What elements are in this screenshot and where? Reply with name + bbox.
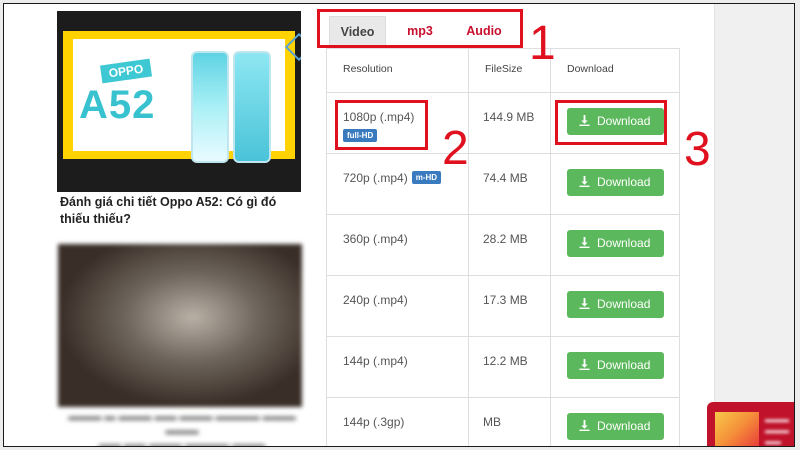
quality-badge: m-HD (411, 171, 442, 185)
download-cell: Download (550, 214, 680, 276)
resolution-label: 720p (.mp4) m-HD (343, 170, 442, 187)
download-cell: Download (550, 275, 680, 337)
filesize-cell: MB (468, 397, 551, 446)
download-icon (579, 237, 590, 248)
table-row: 144p (.mp4) 12.2 MB Download (326, 336, 680, 398)
download-cell: Download (550, 397, 680, 446)
blurred-article-image[interactable] (58, 244, 302, 407)
article-title-link[interactable]: Đánh giá chi tiết Oppo A52: Có gì đó thi… (60, 194, 304, 228)
resolution-label: 240p (.mp4) (343, 293, 408, 307)
download-cell: Download (550, 153, 680, 215)
download-icon (579, 359, 590, 370)
corner-ad-banner[interactable]: ▬▬▬ ▬▬▬ ▬▬ (707, 402, 794, 446)
filesize-label: 12.2 MB (483, 354, 528, 368)
download-button-label: Download (597, 236, 651, 250)
phone-image-front (191, 51, 229, 163)
table-row: 360p (.mp4) 28.2 MB Download (326, 214, 680, 276)
table-row: 720p (.mp4) m-HD 74.4 MB Download (326, 153, 680, 215)
download-button-label: Download (597, 419, 651, 433)
annotation-number-1: 1 (529, 17, 556, 70)
table-row: 144p (.3gp) MB Download (326, 397, 680, 446)
filesize-cell: 28.2 MB (468, 214, 551, 276)
annotation-number-3: 3 (684, 123, 711, 176)
table-header-row: Resolution FileSize Download (326, 48, 680, 93)
right-gutter (714, 4, 794, 446)
download-button[interactable]: Download (567, 230, 664, 257)
filesize-label: 17.3 MB (483, 293, 528, 307)
thumbnail-model: A52 (79, 83, 156, 127)
resolution-cell: 240p (.mp4) (326, 275, 469, 337)
filesize-cell: 74.4 MB (468, 153, 551, 215)
filesize-cell: 17.3 MB (468, 275, 551, 337)
download-button[interactable]: Download (567, 352, 664, 379)
filesize-label: 144.9 MB (483, 110, 535, 124)
download-button-label: Download (597, 297, 651, 311)
filesize-label: MB (483, 415, 501, 429)
download-button[interactable]: Download (567, 291, 664, 318)
annotation-box-download (555, 100, 667, 145)
phone-image-back (233, 51, 271, 163)
resolution-cell: 144p (.mp4) (326, 336, 469, 398)
ad-graphic (715, 412, 759, 446)
download-button[interactable]: Download (567, 169, 664, 196)
resolution-text: 720p (.mp4) (343, 171, 408, 185)
annotation-box-resolution (335, 100, 428, 150)
download-button-label: Download (597, 175, 651, 189)
header-download: Download (550, 48, 680, 93)
filesize-label: 28.2 MB (483, 232, 528, 246)
resolution-label: 144p (.mp4) (343, 354, 408, 368)
header-resolution: Resolution (326, 48, 469, 93)
filesize-cell: 12.2 MB (468, 336, 551, 398)
blurred-article-caption: ▬▬▬ ▬ ▬▬▬ ▬▬ ▬▬▬ ▬▬▬▬ ▬▬▬ ▬▬▬ ▬▬ ▬▬ ▬▬▬ ▬… (68, 411, 296, 447)
filesize-cell: 144.9 MB (468, 92, 551, 154)
resolution-cell: 360p (.mp4) (326, 214, 469, 276)
resolution-cell: 144p (.3gp) (326, 397, 469, 446)
download-icon (579, 420, 590, 431)
download-button[interactable]: Download (567, 413, 664, 440)
download-icon (579, 298, 590, 309)
download-cell: Download (550, 336, 680, 398)
page-frame: OPPO A52 Đánh giá chi tiết Oppo A52: Có … (3, 3, 795, 447)
resolution-label: 144p (.3gp) (343, 415, 405, 429)
annotation-number-2: 2 (442, 122, 469, 175)
download-icon (579, 176, 590, 187)
resolution-label: 360p (.mp4) (343, 232, 408, 246)
download-button-label: Download (597, 358, 651, 372)
video-thumbnail[interactable]: OPPO A52 (57, 11, 301, 192)
filesize-label: 74.4 MB (483, 171, 528, 185)
table-row: 240p (.mp4) 17.3 MB Download (326, 275, 680, 337)
annotation-box-tabs (317, 9, 523, 48)
ad-text-blurred: ▬▬▬ ▬▬▬ ▬▬ (765, 415, 789, 446)
